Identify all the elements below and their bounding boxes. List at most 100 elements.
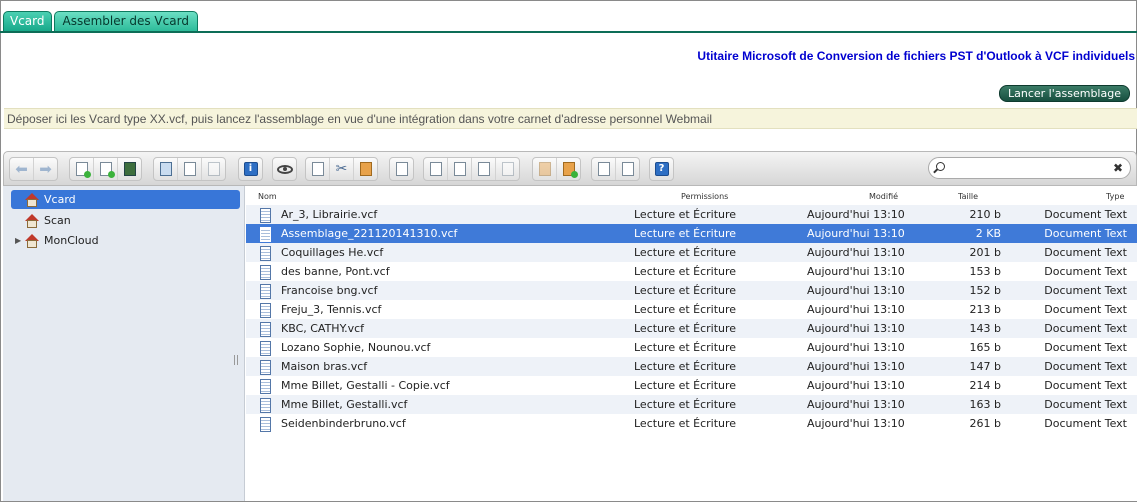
cut-button[interactable]: ✂ xyxy=(329,158,353,180)
column-modified[interactable]: Modifié xyxy=(869,192,898,201)
file-row[interactable]: Mme Billet, Gestalli - Copie.vcf Lecture … xyxy=(246,376,1137,395)
duplicate-group xyxy=(389,157,414,181)
copy-to-icon xyxy=(429,162,442,176)
file-permissions: Lecture et Écriture xyxy=(634,360,737,373)
app-title: Utitaire Microsoft de Conversion de fich… xyxy=(697,49,1135,63)
paste-button[interactable] xyxy=(353,158,377,180)
extract-button[interactable] xyxy=(533,158,556,180)
upload-button[interactable] xyxy=(70,158,93,180)
file-row[interactable]: Mme Billet, Gestalli.vcf Lecture et Écrit… xyxy=(246,395,1137,414)
preview-button[interactable] xyxy=(273,158,296,180)
clear-search-icon[interactable]: ✖ xyxy=(1113,161,1123,175)
file-modified: Aujourd'hui 13:10 xyxy=(807,227,905,240)
pane-splitter[interactable] xyxy=(234,355,238,365)
file-modified: Aujourd'hui 13:10 xyxy=(807,265,905,278)
file-size: 143 b xyxy=(969,322,1001,335)
text-file-icon xyxy=(260,398,271,413)
new-file-icon xyxy=(99,162,115,178)
file-name: Mme Billet, Gestalli - Copie.vcf xyxy=(281,379,450,392)
file-row[interactable]: Lozano Sophie, Nounou.vcf Lecture et Écri… xyxy=(246,338,1137,357)
file-size: 163 b xyxy=(969,398,1001,411)
help-button[interactable]: ? xyxy=(650,158,673,180)
new-file-button[interactable] xyxy=(93,158,117,180)
file-type: Document Text xyxy=(1044,322,1127,335)
search-box: ✖ xyxy=(928,157,1131,179)
sort-button[interactable] xyxy=(615,158,639,180)
copy-to-button[interactable] xyxy=(424,158,447,180)
file-modified: Aujourd'hui 13:10 xyxy=(807,398,905,411)
file-row[interactable]: Freju_3, Tennis.vcf Lecture et Écriture Au… xyxy=(246,300,1137,319)
extract-icon xyxy=(538,162,551,176)
text-file-icon xyxy=(260,360,271,375)
upload-icon xyxy=(75,162,91,178)
assemble-button[interactable]: Lancer l'assemblage xyxy=(999,85,1130,102)
file-name: Maison bras.vcf xyxy=(281,360,368,373)
archive-button[interactable] xyxy=(556,158,580,180)
copy-icon xyxy=(311,162,324,176)
home-folder-icon xyxy=(25,192,39,207)
select-button[interactable] xyxy=(201,158,225,180)
text-file-icon xyxy=(260,341,271,356)
file-size: 201 b xyxy=(969,246,1001,259)
file-modified: Aujourd'hui 13:10 xyxy=(807,360,905,373)
file-size: 214 b xyxy=(969,379,1001,392)
file-modified: Aujourd'hui 13:10 xyxy=(807,246,905,259)
file-name: Coquillages He.vcf xyxy=(281,246,384,259)
rename-button[interactable] xyxy=(471,158,495,180)
file-row[interactable]: Assemblage_221120141310.vcf Lecture et Éc… xyxy=(246,224,1137,243)
tab-assembler[interactable]: Assembler des Vcard xyxy=(53,11,198,31)
tree-item-label: MonCloud xyxy=(44,234,99,247)
back-button[interactable]: ⬅ xyxy=(10,158,33,180)
nav-group: ⬅ ➡ xyxy=(9,157,58,181)
column-type[interactable]: Type xyxy=(1106,192,1124,201)
file-type: Document Text xyxy=(1044,398,1127,411)
duplicate-icon xyxy=(395,162,408,176)
file-size: 261 b xyxy=(969,417,1001,430)
file-row[interactable]: Maison bras.vcf Lecture et Écriture Aujour… xyxy=(246,357,1137,376)
info-button[interactable]: i xyxy=(239,158,262,180)
file-permissions: Lecture et Écriture xyxy=(634,303,737,316)
resize-button[interactable] xyxy=(495,158,519,180)
select-area-button[interactable] xyxy=(447,158,471,180)
file-type: Document Text xyxy=(1044,284,1127,297)
file-permissions: Lecture et Écriture xyxy=(634,341,737,354)
file-name: Ar_3, Librairie.vcf xyxy=(281,208,378,221)
help-group: ? xyxy=(649,157,674,181)
text-file-icon xyxy=(260,303,271,318)
file-size: 213 b xyxy=(969,303,1001,316)
search-input[interactable] xyxy=(951,160,1115,178)
file-row[interactable]: Ar_3, Librairie.vcf Lecture et Écriture Au… xyxy=(246,205,1137,224)
file-row[interactable]: des banne, Pont.vcf Lecture et Écriture Au… xyxy=(246,262,1137,281)
duplicate-button[interactable] xyxy=(390,158,413,180)
list-view-button[interactable] xyxy=(592,158,615,180)
file-row[interactable]: Seidenbinderbruno.vcf Lecture et Écriture… xyxy=(246,414,1137,433)
column-permissions[interactable]: Permissions xyxy=(681,192,728,201)
tree-item-vcard[interactable]: Vcard xyxy=(11,190,240,209)
file-name: des banne, Pont.vcf xyxy=(281,265,390,278)
forward-button[interactable]: ➡ xyxy=(33,158,57,180)
rename-icon xyxy=(477,162,490,176)
file-size: 153 b xyxy=(969,265,1001,278)
archive-icon xyxy=(562,162,578,178)
copy-button[interactable] xyxy=(306,158,329,180)
file-name: KBC, CATHY.vcf xyxy=(281,322,364,335)
file-size: 165 b xyxy=(969,341,1001,354)
expand-caret-icon[interactable]: ▶ xyxy=(15,236,21,245)
save-button[interactable] xyxy=(177,158,201,180)
download-button[interactable] xyxy=(117,158,141,180)
tree-item-moncloud[interactable]: MonCloud xyxy=(25,231,99,250)
file-row[interactable]: Francoise bng.vcf Lecture et Écriture Aujo… xyxy=(246,281,1137,300)
text-file-icon xyxy=(260,417,271,432)
help-icon: ? xyxy=(654,162,669,176)
tab-vcard[interactable]: Vcard xyxy=(3,11,52,31)
tree-item-scan[interactable]: Scan xyxy=(25,211,71,230)
column-name[interactable]: Nom xyxy=(258,192,277,201)
open-button[interactable] xyxy=(154,158,177,180)
tab-bar: Vcard Assembler des Vcard xyxy=(3,11,198,32)
column-size[interactable]: Taille xyxy=(958,192,978,201)
cursor-icon xyxy=(207,162,220,176)
file-row[interactable]: KBC, CATHY.vcf Lecture et Écriture Aujourd… xyxy=(246,319,1137,338)
file-modified: Aujourd'hui 13:10 xyxy=(807,284,905,297)
file-row[interactable]: Coquillages He.vcf Lecture et Écriture Auj… xyxy=(246,243,1137,262)
text-file-icon xyxy=(260,246,271,261)
